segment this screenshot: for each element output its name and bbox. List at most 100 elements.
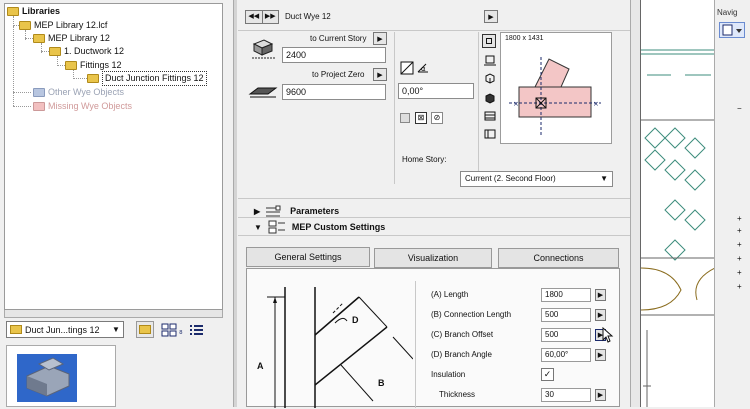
param-label-connection-length: (B) Connection Length xyxy=(431,310,512,319)
branch-offset-field[interactable]: 500 xyxy=(541,328,591,342)
branch-angle-field[interactable]: 60,00° xyxy=(541,348,591,362)
section-view-button[interactable] xyxy=(484,54,496,66)
view-small-button[interactable]: ₈ xyxy=(179,325,183,335)
object-name: Duct Wye 12 xyxy=(285,12,331,21)
tree-item-mep-library-lcf[interactable]: MEP Library 12.lcf xyxy=(19,19,107,32)
plan-view-button[interactable] xyxy=(482,34,496,48)
square-icon xyxy=(486,38,492,44)
tab-general-settings[interactable]: General Settings xyxy=(246,247,370,267)
to-current-story-field[interactable]: 2400 xyxy=(282,47,386,63)
duct-wye-thumbnail-icon xyxy=(26,357,70,397)
list-icon xyxy=(190,324,203,335)
general-settings-panel: A B D (A) Length 1800 ▶ (B) Connection L… xyxy=(246,268,620,408)
tab-label: Connections xyxy=(533,253,584,263)
mouse-cursor-icon xyxy=(602,327,614,343)
folder-icon xyxy=(33,34,45,43)
length-field[interactable]: 1800 xyxy=(541,288,591,302)
mirror-y-button[interactable]: ⊘ xyxy=(431,112,443,124)
insulation-checkbox[interactable]: ✓ xyxy=(541,368,554,381)
to-project-zero-field[interactable]: 9600 xyxy=(282,84,386,100)
connection-length-field[interactable]: 500 xyxy=(541,308,591,322)
axon-solid-view-button[interactable] xyxy=(484,92,496,104)
list-view-button[interactable] xyxy=(484,128,496,140)
elevation-view-button[interactable] xyxy=(484,110,496,122)
library-tree: Libraries MEP Library 12.lcf MEP Library… xyxy=(4,3,223,310)
folder-up-icon xyxy=(139,325,151,334)
tab-connections[interactable]: Connections xyxy=(498,248,619,268)
view-icons-button[interactable] xyxy=(160,321,178,338)
floor-plan-drawing xyxy=(640,49,716,407)
folder-icon xyxy=(87,74,99,83)
divider xyxy=(238,217,630,218)
dimension-a-label: A xyxy=(257,361,264,371)
param-label-insulation: Insulation xyxy=(431,370,466,379)
mirror-x-button[interactable]: ⊠ xyxy=(415,112,427,124)
expand-icon[interactable]: − xyxy=(737,104,742,113)
branch-angle-menu-button[interactable]: ▶ xyxy=(595,349,606,361)
tree-item-other-wye-objects[interactable]: Other Wye Objects xyxy=(33,86,124,99)
navigator-panel: Navig − + + + + + + xyxy=(714,0,750,407)
folder-icon xyxy=(19,21,31,30)
to-current-story-menu-button[interactable]: ▶ xyxy=(373,32,387,45)
mirror-off-button[interactable] xyxy=(400,113,410,123)
expand-icon[interactable]: + xyxy=(737,282,742,291)
to-project-zero-menu-button[interactable]: ▶ xyxy=(373,68,387,81)
chevron-down-icon: ▼ xyxy=(112,325,120,334)
expand-icon[interactable]: + xyxy=(737,226,742,235)
project-map-icon xyxy=(722,24,742,36)
tree-item-ductwork[interactable]: 1. Ductwork 12 xyxy=(49,45,124,58)
divider xyxy=(394,32,395,184)
tab-label: General Settings xyxy=(274,252,342,262)
tab-label: Visualization xyxy=(407,253,459,263)
library-folder-select-value: Duct Jun...tings 12 xyxy=(25,324,100,335)
home-story-label: Home Story: xyxy=(402,155,447,164)
to-current-story-label: to Current Story xyxy=(310,34,367,43)
floor-plan-canvas[interactable] xyxy=(640,0,716,407)
expand-icon[interactable]: + xyxy=(737,240,742,249)
tree-root[interactable]: Libraries xyxy=(7,5,60,18)
elevation-to-zero-icon xyxy=(248,87,278,98)
parameters-section-label: Parameters xyxy=(290,206,340,216)
tree-item-missing-wye-objects[interactable]: Missing Wye Objects xyxy=(33,100,132,113)
divider xyxy=(238,235,630,236)
view-list-button[interactable] xyxy=(188,321,206,338)
parameters-icon xyxy=(266,205,281,217)
previous-object-button[interactable]: ◀◀ xyxy=(246,11,263,23)
expand-icon[interactable]: + xyxy=(737,254,742,263)
thickness-menu-button[interactable]: ▶ xyxy=(595,389,606,401)
svg-text:α: α xyxy=(421,65,426,73)
navigator-project-map-button[interactable] xyxy=(719,22,745,38)
navigator-title: Navig xyxy=(717,8,738,17)
length-menu-button[interactable]: ▶ xyxy=(595,289,606,301)
divider xyxy=(238,198,630,199)
tree-item-label: MEP Library 12 xyxy=(48,33,110,43)
rotation-angle-field[interactable]: 0,00° xyxy=(398,83,474,99)
tree-item-mep-library[interactable]: MEP Library 12 xyxy=(33,32,110,45)
parameters-section-header[interactable]: ▶ Parameters xyxy=(254,205,339,217)
svg-text:×: × xyxy=(513,100,519,108)
next-object-button[interactable]: ▶▶ xyxy=(263,11,279,23)
axon-wire-view-button[interactable] xyxy=(484,72,496,84)
expand-icon[interactable]: + xyxy=(737,214,742,223)
home-story-select[interactable]: Current (2. Second Floor) ▼ xyxy=(460,171,613,187)
rotation-angle-icon: α xyxy=(400,61,428,75)
panel-splitter[interactable] xyxy=(233,0,237,407)
tab-visualization[interactable]: Visualization xyxy=(374,248,492,268)
dialog-edge xyxy=(630,0,640,407)
tree-root-label: Libraries xyxy=(22,6,61,16)
connection-length-menu-button[interactable]: ▶ xyxy=(595,309,606,321)
expand-icon[interactable]: + xyxy=(737,268,742,277)
param-label-length: (A) Length xyxy=(431,290,469,299)
thickness-field[interactable]: 30 xyxy=(541,388,591,402)
library-folder-select[interactable]: Duct Jun...tings 12 ▼ xyxy=(6,321,124,338)
mep-section-header[interactable]: ▼ MEP Custom Settings xyxy=(254,220,385,234)
dimension-d-label: D xyxy=(352,315,359,325)
tree-item-label: MEP Library 12.lcf xyxy=(34,20,108,30)
tree-horizontal-scrollbar[interactable] xyxy=(4,310,223,318)
folder-up-button[interactable] xyxy=(136,321,154,338)
prev-next-object-buttons: ◀◀ ▶▶ xyxy=(245,10,279,24)
divider xyxy=(415,281,416,408)
tree-item-duct-junction-fittings[interactable]: Duct Junction Fittings 12 xyxy=(87,71,207,86)
object-preview xyxy=(6,345,116,407)
object-name-menu-button[interactable]: ▶ xyxy=(484,10,498,23)
